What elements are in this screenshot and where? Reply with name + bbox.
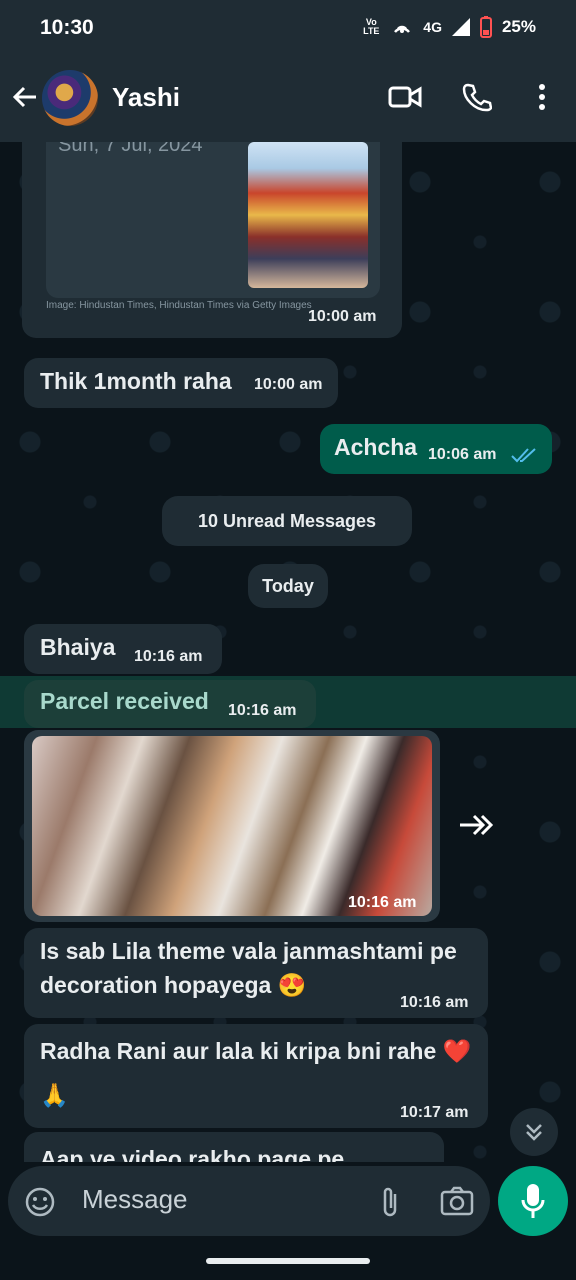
phone-icon[interactable] — [462, 82, 492, 112]
date-divider: Today — [248, 564, 328, 608]
message-text: Parcel received — [40, 688, 209, 714]
attach-icon[interactable] — [378, 1184, 402, 1220]
scroll-down-icon — [526, 1124, 542, 1141]
message-bubble-incoming[interactable]: Radha Rani aur lala ki kripa bni rahe ❤️… — [24, 1024, 488, 1128]
signal-icon — [451, 18, 470, 36]
volte-label: Vo LTE — [363, 17, 380, 36]
message-time: 10:00 am — [308, 308, 377, 325]
message-bubble-incoming[interactable]: Is sab Lila theme vala janmashtami pe de… — [24, 928, 488, 1018]
link-preview-caption: Image: Hindustan Times, Hindustan Times … — [46, 300, 312, 311]
link-preview-bubble[interactable]: Sun, 7 Jul, 2024 Image: Hindustan Times,… — [22, 142, 402, 338]
message-text-line2: 🙏 — [40, 1082, 69, 1108]
gesture-nav-handle[interactable] — [206, 1258, 370, 1264]
battery-icon — [479, 16, 492, 38]
emoji-icon[interactable] — [24, 1186, 56, 1218]
network-label: 4G — [423, 19, 442, 35]
link-preview-card: Sun, 7 Jul, 2024 — [46, 142, 380, 298]
message-bubble-outgoing[interactable]: Achcha 10:06 am — [320, 424, 552, 474]
status-time: 10:30 — [40, 16, 94, 39]
chat-header: Yashi — [0, 56, 576, 142]
mic-icon — [521, 1184, 545, 1218]
read-receipt-icon — [511, 448, 536, 463]
message-time: 10:16 am — [228, 702, 297, 719]
message-time: 10:06 am — [428, 446, 497, 463]
forward-icon[interactable] — [456, 810, 494, 840]
message-placeholder: Message — [82, 1184, 188, 1214]
voice-message-button[interactable] — [498, 1166, 568, 1236]
battery-percent: 25% — [501, 17, 536, 36]
message-time: 10:17 am — [400, 1104, 469, 1121]
contact-name[interactable]: Yashi — [112, 82, 180, 113]
composer-bar: Message — [0, 1162, 576, 1280]
image-preview[interactable] — [32, 736, 432, 916]
message-bubble-incoming[interactable]: Thik 1month raha 10:00 am — [24, 358, 338, 408]
message-time: 10:16 am — [400, 994, 469, 1011]
camera-icon[interactable] — [440, 1186, 474, 1216]
image-message-bubble[interactable]: 10:16 am — [24, 730, 440, 922]
message-bubble-incoming-highlighted[interactable]: Parcel received 10:16 am — [24, 680, 316, 728]
message-input[interactable]: Message — [8, 1166, 490, 1236]
status-icons: Vo LTE 4G 25% — [361, 16, 536, 38]
unread-messages-divider: 10 Unread Messages — [162, 496, 412, 546]
status-bar: 10:30 Vo LTE 4G 25% — [0, 0, 576, 56]
message-text-line2: decoration hopayega 😍 — [40, 972, 307, 998]
more-vert-icon[interactable] — [530, 82, 554, 112]
message-bubble-incoming[interactable]: Aap ye video rakho page pe — [24, 1132, 444, 1162]
message-text: Aap ye video rakho page pe — [40, 1146, 345, 1162]
message-text: Bhaiya — [40, 634, 116, 660]
message-text-line1: Radha Rani aur lala ki kripa bni rahe ❤️ — [40, 1038, 472, 1064]
message-text-line1: Is sab Lila theme vala janmashtami pe — [40, 938, 457, 964]
message-time: 10:16 am — [348, 894, 417, 911]
back-arrow-icon[interactable] — [10, 82, 40, 112]
message-bubble-incoming[interactable]: Bhaiya 10:16 am — [24, 624, 222, 674]
message-time: 10:00 am — [254, 376, 323, 393]
avatar[interactable] — [42, 70, 98, 126]
message-text: Achcha — [334, 434, 418, 460]
video-call-icon[interactable] — [388, 85, 422, 109]
scroll-down-button[interactable] — [510, 1108, 558, 1156]
message-text: Thik 1month raha — [40, 368, 232, 394]
link-preview-date: Sun, 7 Jul, 2024 — [58, 142, 203, 156]
hotspot-icon — [394, 25, 411, 33]
chat-area[interactable]: Sun, 7 Jul, 2024 Image: Hindustan Times,… — [0, 142, 576, 1162]
message-time: 10:16 am — [134, 648, 203, 665]
link-preview-image — [248, 142, 368, 288]
